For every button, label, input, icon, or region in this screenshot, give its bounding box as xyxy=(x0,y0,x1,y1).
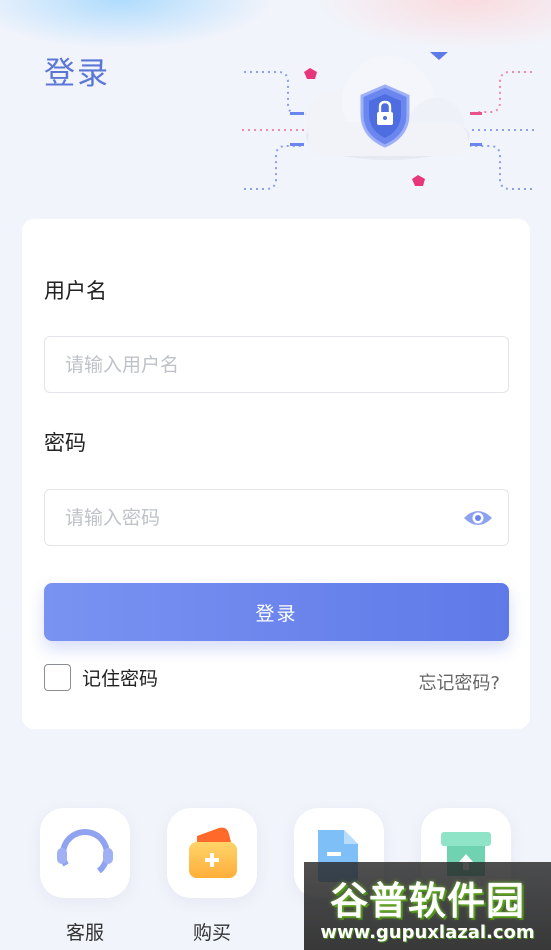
shortcut-tile xyxy=(167,808,257,898)
shortcut-customer-service[interactable]: 客服 xyxy=(40,808,130,945)
watermark-url: www.gupuxlazal.com xyxy=(320,922,535,943)
shortcut-label: 购买 xyxy=(192,922,231,944)
eye-icon[interactable] xyxy=(462,505,494,531)
remember-label: 记住密码 xyxy=(82,668,159,690)
remember-password-toggle[interactable]: 记住密码 xyxy=(44,664,158,691)
page-title: 登录 xyxy=(44,56,110,92)
shortcut-purchase[interactable]: 购买 xyxy=(167,808,257,945)
password-label: 密码 xyxy=(44,431,86,455)
username-field-box xyxy=(44,336,509,393)
login-button[interactable]: 登录 xyxy=(44,583,509,641)
password-field-box xyxy=(44,489,509,546)
username-input[interactable] xyxy=(65,337,445,392)
shortcut-label: 客服 xyxy=(65,922,104,944)
wallet-plus-icon xyxy=(189,827,237,878)
remember-checkbox[interactable] xyxy=(44,664,71,691)
forgot-password-link[interactable]: 忘记密码? xyxy=(418,669,500,695)
shortcut-tile xyxy=(40,808,130,898)
watermark-logo: 谷普软件园 xyxy=(329,879,525,923)
headset-icon xyxy=(57,829,113,879)
watermark-overlay: 谷普软件园 www.gupuxlazal.com xyxy=(304,862,551,950)
username-label: 用户名 xyxy=(44,279,107,303)
password-input[interactable] xyxy=(65,490,445,545)
login-card: 用户名 密码 登录 记住密码 忘记密码? xyxy=(22,219,530,729)
security-cloud-illustration xyxy=(242,52,534,190)
